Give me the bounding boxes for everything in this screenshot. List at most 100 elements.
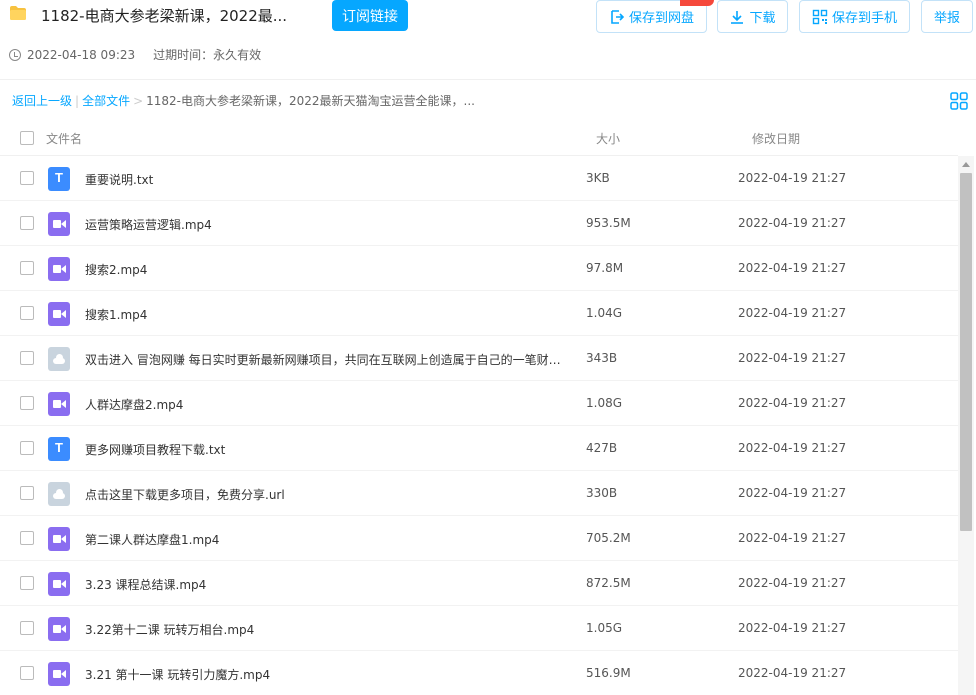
download-icon [731,10,744,24]
subscribe-button[interactable]: 订阅链接 [332,0,408,31]
file-modified-date: 2022-04-19 21:27 [738,306,847,320]
video-file-icon [48,527,70,551]
folder-icon [10,6,26,20]
file-checkbox[interactable] [20,351,34,365]
file-checkbox[interactable] [20,576,34,590]
file-name[interactable]: 重要说明.txt [85,171,565,188]
column-header-name[interactable]: 文件名 [46,130,82,147]
file-checkbox[interactable] [20,621,34,635]
file-modified-date: 2022-04-19 21:27 [738,351,847,365]
file-name[interactable]: 第二课人群达摩盘1.mp4 [85,531,565,548]
download-button[interactable]: 下载 [717,0,788,33]
breadcrumb-current: 1182-电商大参老梁新课，2022最新天猫淘宝运营全能课，... [146,94,475,108]
video-file-icon [48,257,70,281]
save-icon [611,9,625,24]
expire-time: 过期时间：永久有效 [153,48,262,62]
save-to-phone-label: 保存到手机 [831,11,897,26]
url-file-icon [48,482,70,506]
file-size: 705.2M [586,531,631,545]
file-row[interactable]: 重要说明.txt 3KB 2022-04-19 21:27 [0,156,958,201]
share-date: 2022-04-18 09:23 [27,47,136,62]
file-row[interactable]: 点击这里下载更多项目，免费分享.url 330B 2022-04-19 21:27 [0,471,958,516]
share-header: 1182-电商大参老梁新课，2022最... 订阅链接 保存到网盘 下载 保存到… [0,0,976,80]
file-modified-date: 2022-04-19 21:27 [738,261,847,275]
file-name[interactable]: 点击这里下载更多项目，免费分享.url [85,486,565,503]
file-size: 97.8M [586,261,624,275]
file-modified-date: 2022-04-19 21:27 [738,486,847,500]
file-name[interactable]: 3.21 第十一课 玩转引力魔方.mp4 [85,666,565,683]
file-size: 516.9M [586,666,631,680]
file-name[interactable]: 搜索2.mp4 [85,261,565,278]
video-file-icon [48,302,70,326]
report-button[interactable]: 举报 [921,0,973,33]
video-file-icon [48,392,70,416]
file-modified-date: 2022-04-19 21:27 [738,666,847,680]
video-file-icon [48,662,70,686]
file-size: 1.08G [586,396,623,410]
file-row[interactable]: 人群达摩盘2.mp4 1.08G 2022-04-19 21:27 [0,381,958,426]
file-checkbox[interactable] [20,216,34,230]
file-modified-date: 2022-04-19 21:27 [738,216,847,230]
file-name[interactable]: 3.23 课程总结课.mp4 [85,576,565,593]
file-checkbox[interactable] [20,396,34,410]
file-row[interactable]: 3.21 第十一课 玩转引力魔方.mp4 516.9M 2022-04-19 21:… [0,651,958,695]
file-modified-date: 2022-04-19 21:27 [738,396,847,410]
scrollbar[interactable] [958,156,974,695]
select-all-checkbox[interactable] [20,131,34,145]
grid-view-icon[interactable] [950,92,968,110]
file-size: 953.5M [586,216,631,230]
scrollbar-thumb[interactable] [960,173,972,531]
file-size: 1.05G [586,621,623,635]
file-checkbox[interactable] [20,306,34,320]
file-name[interactable]: 更多网赚项目教程下载.txt [85,441,565,458]
file-modified-date: 2022-04-19 21:27 [738,441,847,455]
file-size: 427B [586,441,618,455]
file-row[interactable]: 搜索2.mp4 97.8M 2022-04-19 21:27 [0,246,958,291]
file-checkbox[interactable] [20,171,34,185]
breadcrumb-back-link[interactable]: 返回上一级 [12,94,72,108]
file-row[interactable]: 双击进入 冒泡网赚 每日实时更新最新网赚项目，共同在互联网上创造属于自己的一笔财… [0,336,958,381]
file-row[interactable]: 搜索1.mp4 1.04G 2022-04-19 21:27 [0,291,958,336]
file-name[interactable]: 运营策略运营逻辑.mp4 [85,216,565,233]
file-name[interactable]: 搜索1.mp4 [85,306,565,323]
file-list: 重要说明.txt 3KB 2022-04-19 21:27 运营策略运营逻辑.mp4 9… [0,156,958,695]
file-row[interactable]: 第二课人群达摩盘1.mp4 705.2M 2022-04-19 21:27 [0,516,958,561]
file-name[interactable]: 3.22第十二课 玩转万相台.mp4 [85,621,565,638]
breadcrumb: 返回上一级 | 全部文件 >1182-电商大参老梁新课，2022最新天猫淘宝运营全能课… [12,92,475,109]
file-modified-date: 2022-04-19 21:27 [738,576,847,590]
column-header-date[interactable]: 修改日期 [752,130,800,147]
file-list-header: 文件名 大小 修改日期 [0,118,958,156]
download-label: 下载 [749,11,776,26]
new-badge [680,0,714,6]
file-size: 1.04G [586,306,623,320]
file-row[interactable]: 更多网赚项目教程下载.txt 427B 2022-04-19 21:27 [0,426,958,471]
video-file-icon [48,212,70,236]
share-title: 1182-电商大参老梁新课，2022最... [41,7,288,25]
breadcrumb-all-files-link[interactable]: 全部文件 [82,94,130,108]
breadcrumb-arrow: > [133,94,144,108]
file-size: 872.5M [586,576,631,590]
file-checkbox[interactable] [20,531,34,545]
file-row[interactable]: 3.22第十二课 玩转万相台.mp4 1.05G 2022-04-19 21:27 [0,606,958,651]
share-meta: 2022-04-18 09:23 过期时间：永久有效 [9,46,261,63]
file-checkbox[interactable] [20,666,34,680]
save-to-phone-button[interactable]: 保存到手机 [799,0,910,33]
video-file-icon [48,572,70,596]
file-modified-date: 2022-04-19 21:27 [738,171,847,185]
file-checkbox[interactable] [20,261,34,275]
clock-icon [9,48,21,61]
save-to-netdisk-label: 保存到网盘 [628,11,694,26]
column-header-size[interactable]: 大小 [596,130,620,147]
file-size: 330B [586,486,618,500]
file-checkbox[interactable] [20,486,34,500]
file-checkbox[interactable] [20,441,34,455]
file-row[interactable]: 3.23 课程总结课.mp4 872.5M 2022-04-19 21:27 [0,561,958,606]
file-modified-date: 2022-04-19 21:27 [738,531,847,545]
file-row[interactable]: 运营策略运营逻辑.mp4 953.5M 2022-04-19 21:27 [0,201,958,246]
file-name[interactable]: 双击进入 冒泡网赚 每日实时更新最新网赚项目，共同在互联网上创造属于自己的一笔财… [85,351,565,368]
url-file-icon [48,347,70,371]
txt-file-icon [48,167,70,191]
video-file-icon [48,617,70,641]
scroll-up-arrow-icon[interactable] [962,162,970,167]
file-name[interactable]: 人群达摩盘2.mp4 [85,396,565,413]
